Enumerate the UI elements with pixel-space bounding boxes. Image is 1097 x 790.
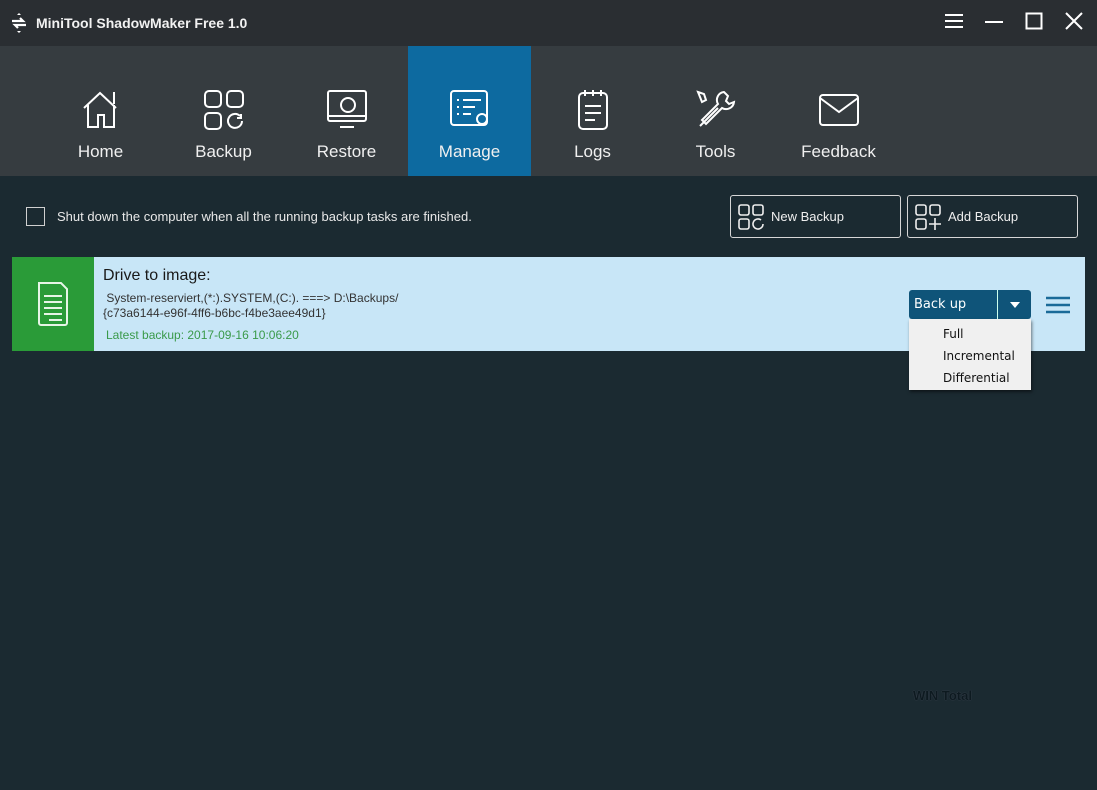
hamburger-icon <box>945 14 963 28</box>
backup-now-split-button: Back up Now <box>909 290 1031 341</box>
task-id: {c73a6144-e96f-4ff6-b6bc-f4be3aee49d1} <box>103 306 326 320</box>
menu-item-differential[interactable]: Differential <box>909 367 1031 389</box>
tab-label: Feedback <box>801 142 876 161</box>
document-icon <box>38 282 68 326</box>
shutdown-label: Shut down the computer when all the runn… <box>57 209 472 224</box>
shutdown-checkbox[interactable] <box>26 207 45 226</box>
new-backup-button[interactable]: New Backup <box>730 195 901 238</box>
tab-manage[interactable]: Manage <box>408 46 531 176</box>
home-icon <box>82 91 117 128</box>
tab-label: Tools <box>695 142 736 161</box>
tab-label: Manage <box>438 142 501 161</box>
title-bar: MiniTool ShadowMaker Free 1.0 <box>0 0 1097 46</box>
close-button[interactable] <box>1063 10 1085 32</box>
new-backup-icon <box>738 203 764 230</box>
task-title: Drive to image: <box>103 267 211 284</box>
tab-label: Logs <box>574 142 611 161</box>
task-source-dest: System-reserviert,(*:).SYSTEM,(C:). ===>… <box>106 291 399 305</box>
watermark-logo: WIN Total <box>913 688 972 703</box>
caret-down-icon <box>1009 301 1020 308</box>
app-title: MiniTool ShadowMaker Free 1.0 <box>36 15 248 31</box>
tab-label: Backup <box>195 142 252 161</box>
task-menu-icon[interactable] <box>1046 296 1070 314</box>
logs-icon <box>577 90 608 130</box>
add-backup-label: Add Backup <box>948 209 1019 224</box>
menu-item-full[interactable]: Full <box>909 323 1031 345</box>
menu-item-incremental[interactable]: Incremental <box>909 345 1031 367</box>
backup-type-dropdown-button[interactable] <box>998 290 1031 319</box>
latest-backup: Latest backup: 2017-09-16 10:06:20 <box>106 328 299 342</box>
mail-icon <box>818 94 859 126</box>
new-backup-label: New Backup <box>771 209 844 224</box>
tools-icon <box>695 90 735 127</box>
tab-home[interactable]: Home <box>39 46 162 176</box>
add-backup-button[interactable]: Add Backup <box>907 195 1078 238</box>
restore-icon <box>326 90 367 128</box>
minimize-icon <box>985 21 1003 23</box>
tab-logs[interactable]: Logs <box>531 46 654 176</box>
maximize-button[interactable] <box>1023 10 1045 32</box>
tab-restore[interactable]: Restore <box>285 46 408 176</box>
backup-type-menu: Full Incremental Differential <box>909 319 1031 390</box>
app-logo-icon <box>12 13 26 33</box>
main-nav: Home Backup Restore Manage Logs Tools Fe… <box>0 46 1097 176</box>
maximize-icon <box>1025 12 1043 30</box>
backup-icon <box>203 90 244 130</box>
tab-feedback[interactable]: Feedback <box>777 46 900 176</box>
manage-icon <box>449 90 488 126</box>
tab-backup[interactable]: Backup <box>162 46 285 176</box>
tab-tools[interactable]: Tools <box>654 46 777 176</box>
tab-label: Home <box>77 142 124 161</box>
menu-button[interactable] <box>943 10 965 32</box>
close-icon <box>1065 12 1083 30</box>
backup-now-button[interactable]: Back up Now <box>909 290 998 341</box>
task-icon-panel <box>12 257 94 351</box>
task-details: System-reserviert,(*:).SYSTEM,(C:). ===>… <box>103 291 398 321</box>
tab-label: Restore <box>316 142 377 161</box>
add-backup-icon <box>915 203 941 230</box>
minimize-button[interactable] <box>983 10 1005 32</box>
